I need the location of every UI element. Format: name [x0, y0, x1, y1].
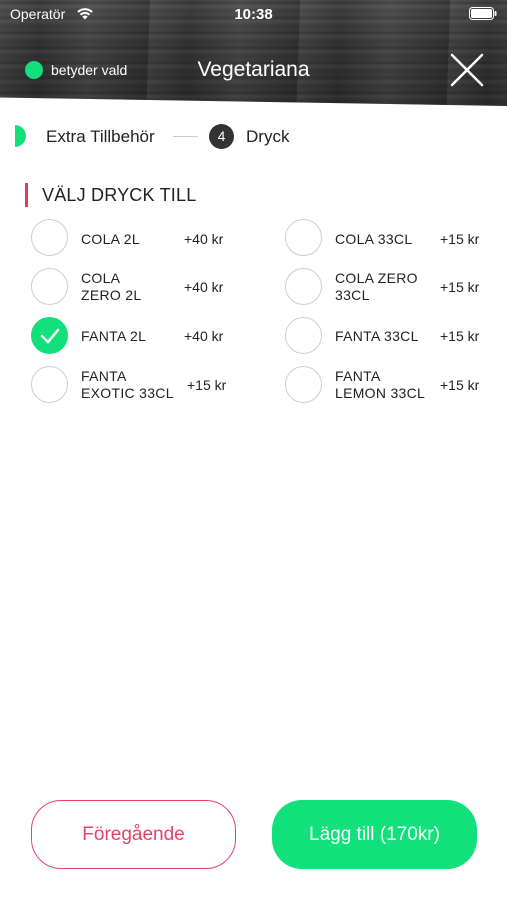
section-accent-bar: [25, 183, 28, 207]
option-name-line2: 33CL: [335, 287, 370, 303]
option-name: FANTA LEMON 33CL: [335, 368, 425, 402]
close-icon: [450, 53, 484, 87]
radio-button[interactable]: [31, 219, 68, 256]
radio-button[interactable]: [31, 268, 68, 305]
option-cola-zero-2l[interactable]: COLA ZERO 2L +40 kr: [31, 267, 236, 307]
option-price: +40 kr: [184, 328, 224, 344]
radio-button-checked[interactable]: [31, 317, 68, 354]
option-price: +15 kr: [440, 231, 480, 247]
radio-button[interactable]: [285, 219, 322, 256]
radio-button[interactable]: [285, 317, 322, 354]
close-button[interactable]: [448, 51, 486, 89]
option-name-line1: COLA: [81, 270, 121, 286]
previous-button[interactable]: Föregående: [31, 800, 236, 869]
option-name-line1: FANTA: [81, 368, 127, 384]
option-fanta-lemon-33cl[interactable]: FANTA LEMON 33CL +15 kr: [285, 365, 490, 405]
status-time: 10:38: [234, 6, 273, 23]
step-indicator: Extra Tillbehör 4 Dryck: [0, 118, 507, 154]
step-current-number: 4: [209, 124, 234, 149]
option-name: COLA ZERO 33CL: [335, 270, 418, 304]
option-name-line1: FANTA: [335, 368, 381, 384]
section-title: VÄLJ DRYCK TILL: [42, 185, 197, 205]
option-name: COLA 2L: [81, 231, 140, 247]
step-connector: [173, 136, 198, 137]
radio-button[interactable]: [285, 268, 322, 305]
step-current-label: Dryck: [246, 127, 290, 146]
option-name-line2: ZERO 2L: [81, 287, 142, 303]
radio-button[interactable]: [31, 366, 68, 403]
option-name: COLA 33CL: [335, 231, 413, 247]
option-cola-zero-33cl[interactable]: COLA ZERO 33CL +15 kr: [285, 267, 490, 307]
option-name: FANTA EXOTIC 33CL: [81, 368, 174, 402]
option-price: +15 kr: [440, 328, 480, 344]
option-cola-33cl[interactable]: COLA 33CL +15 kr: [285, 218, 490, 258]
option-name-line1: COLA ZERO: [335, 270, 418, 286]
status-bar: Operatör 10:38: [0, 0, 507, 30]
step-complete-icon: [15, 125, 33, 147]
option-name-line2: LEMON 33CL: [335, 385, 426, 401]
option-fanta-33cl[interactable]: FANTA 33CL +15 kr: [285, 316, 490, 356]
option-cola-2l[interactable]: COLA 2L +40 kr: [31, 218, 236, 258]
page-title: Vegetariana: [197, 58, 310, 81]
add-to-cart-button[interactable]: Lägg till (170kr): [272, 800, 477, 869]
battery-icon: [469, 7, 497, 20]
option-fanta-exotic-33cl[interactable]: FANTA EXOTIC 33CL +15 kr: [31, 365, 236, 405]
option-fanta-2l[interactable]: FANTA 2L +40 kr: [31, 316, 236, 356]
option-price: +15 kr: [187, 377, 227, 393]
option-name: COLA ZERO 2L: [81, 270, 141, 304]
option-name: FANTA 33CL: [335, 328, 419, 344]
option-name: FANTA 2L: [81, 328, 147, 344]
option-price: +15 kr: [440, 377, 480, 393]
step-previous-label[interactable]: Extra Tillbehör: [46, 127, 155, 147]
option-price: +40 kr: [184, 231, 224, 247]
option-price: +40 kr: [184, 279, 224, 295]
radio-button[interactable]: [285, 366, 322, 403]
checkmark-icon: [40, 328, 60, 344]
option-price: +15 kr: [440, 279, 480, 295]
option-name-line2: EXOTIC 33CL: [81, 385, 174, 401]
